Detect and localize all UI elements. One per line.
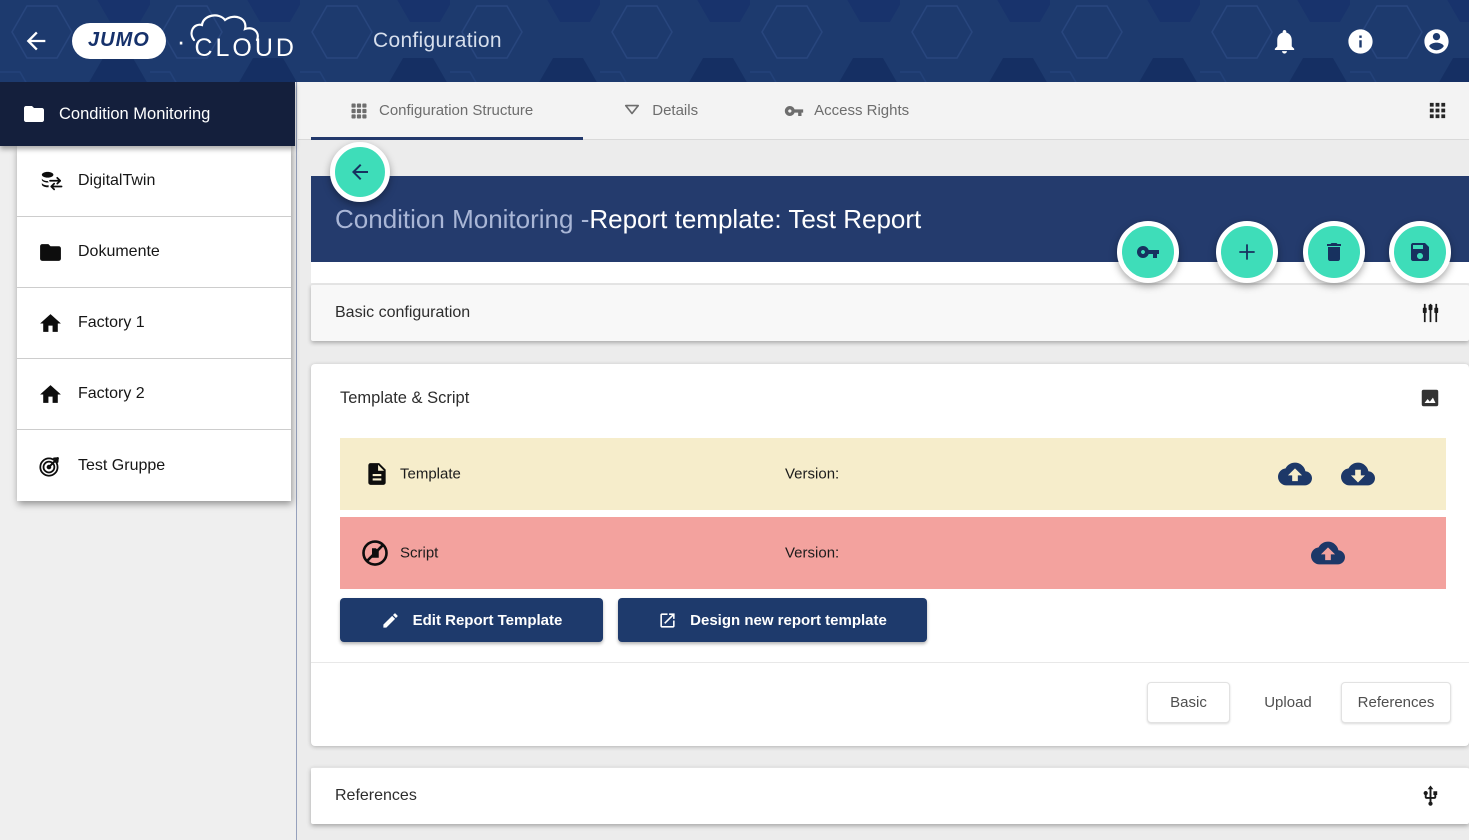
sidebar-item-label: Factory 1 xyxy=(78,314,145,332)
folder-icon xyxy=(22,102,46,126)
tune-icon[interactable] xyxy=(1419,302,1442,325)
key-icon xyxy=(784,101,804,121)
tab-label: Details xyxy=(652,102,698,119)
references-panel[interactable]: References xyxy=(311,767,1469,824)
tab-bar: Configuration Structure Details Access R… xyxy=(298,82,1469,140)
save-icon xyxy=(1408,240,1432,264)
cloud-upload-icon[interactable] xyxy=(1278,457,1312,491)
sidebar-item-digitaltwin[interactable]: DigitalTwin xyxy=(17,146,291,217)
script-off-icon xyxy=(360,538,390,568)
arrow-left-icon xyxy=(348,160,372,184)
tab-label: Access Rights xyxy=(814,102,909,119)
image-icon[interactable] xyxy=(1419,387,1441,409)
open-in-new-icon xyxy=(658,611,677,630)
plus-icon xyxy=(1235,240,1259,264)
sidebar-list: DigitalTwin Dokumente Factory 1 Factory … xyxy=(17,146,291,501)
home-icon xyxy=(38,311,63,336)
active-tab-underline xyxy=(311,137,583,140)
section-title: Template & Script xyxy=(340,389,469,408)
script-row: Script Version: xyxy=(340,517,1446,589)
sidebar-item-test-gruppe[interactable]: Test Gruppe xyxy=(17,430,291,501)
top-navbar: JUMO · CLOUD Configuration xyxy=(0,0,1469,82)
cloud-download-icon[interactable] xyxy=(1341,457,1375,491)
banner-card: Condition Monitoring - Report template: … xyxy=(311,176,1469,283)
delete-button[interactable] xyxy=(1303,221,1365,283)
edit-report-template-button[interactable]: Edit Report Template xyxy=(340,598,603,642)
sidebar-item-factory-1[interactable]: Factory 1 xyxy=(17,288,291,359)
references-button[interactable]: References xyxy=(1341,682,1451,723)
notifications-icon[interactable] xyxy=(1270,27,1299,56)
sidebar-item-factory-2[interactable]: Factory 2 xyxy=(17,359,291,430)
banner-back-button[interactable] xyxy=(330,142,390,202)
target-icon xyxy=(38,453,63,478)
topbar-actions xyxy=(1270,0,1451,82)
add-button[interactable] xyxy=(1216,221,1278,283)
template-script-card: Template & Script Template Version: xyxy=(311,364,1469,746)
funnel-icon xyxy=(622,101,642,121)
apps-grid-icon[interactable] xyxy=(1426,99,1449,122)
card-divider xyxy=(311,662,1469,663)
button-label: Edit Report Template xyxy=(413,612,563,629)
panel-title: Basic configuration xyxy=(335,304,470,322)
pencil-icon xyxy=(381,611,400,630)
tab-details[interactable]: Details xyxy=(622,101,698,121)
banner: Condition Monitoring - Report template: … xyxy=(311,176,1469,262)
app-window: JUMO · CLOUD Configuration xyxy=(0,0,1469,840)
tab-access-rights[interactable]: Access Rights xyxy=(784,101,909,121)
cloud-logo: CLOUD xyxy=(194,34,297,63)
version-label: Version: xyxy=(785,545,839,562)
save-button[interactable] xyxy=(1389,221,1451,283)
sidebar-item-condition-monitoring[interactable]: Condition Monitoring xyxy=(0,82,295,146)
tab-label: Configuration Structure xyxy=(379,102,533,119)
row-label: Script xyxy=(400,545,438,562)
template-row: Template Version: xyxy=(340,438,1446,510)
basic-button[interactable]: Basic xyxy=(1147,682,1230,723)
sidebar-item-label: Factory 2 xyxy=(78,385,145,403)
grid-icon xyxy=(349,101,369,121)
key-icon xyxy=(1136,240,1160,264)
cloud-outline-icon xyxy=(188,12,270,42)
sidebar-item-label: DigitalTwin xyxy=(78,172,155,190)
cloud-upload-icon[interactable] xyxy=(1311,536,1345,570)
document-icon xyxy=(364,461,390,487)
jumo-cloud-logo: JUMO · CLOUD xyxy=(72,19,297,63)
upload-button[interactable]: Upload xyxy=(1245,682,1331,723)
sidebar-item-dokumente[interactable]: Dokumente xyxy=(17,217,291,288)
sidebar-item-label: Dokumente xyxy=(78,243,160,261)
folder-icon xyxy=(38,240,63,265)
usb-icon[interactable] xyxy=(1419,785,1442,808)
home-icon xyxy=(38,382,63,407)
info-icon[interactable] xyxy=(1346,27,1375,56)
trash-icon xyxy=(1322,240,1346,264)
sidebar-header-label: Condition Monitoring xyxy=(59,105,210,124)
row-label: Template xyxy=(400,466,461,483)
breadcrumb: Condition Monitoring - xyxy=(335,204,589,235)
design-new-report-template-button[interactable]: Design new report template xyxy=(618,598,927,642)
access-key-button[interactable] xyxy=(1117,221,1179,283)
nav-back-arrow-icon[interactable] xyxy=(22,27,50,55)
account-icon[interactable] xyxy=(1422,27,1451,56)
brand-separator: · xyxy=(177,26,186,57)
banner-title: Report template: Test Report xyxy=(589,204,921,235)
tab-configuration-structure[interactable]: Configuration Structure xyxy=(349,101,533,121)
sidebar: Condition Monitoring DigitalTwin xyxy=(0,82,297,840)
database-sync-icon xyxy=(38,169,63,194)
version-label: Version: xyxy=(785,466,839,483)
basic-configuration-panel[interactable]: Basic configuration xyxy=(311,284,1469,341)
jumo-logo: JUMO xyxy=(72,23,166,59)
sidebar-item-label: Test Gruppe xyxy=(78,457,165,475)
page-title: Configuration xyxy=(373,0,502,82)
button-label: Design new report template xyxy=(690,612,887,629)
panel-title: References xyxy=(335,787,417,805)
